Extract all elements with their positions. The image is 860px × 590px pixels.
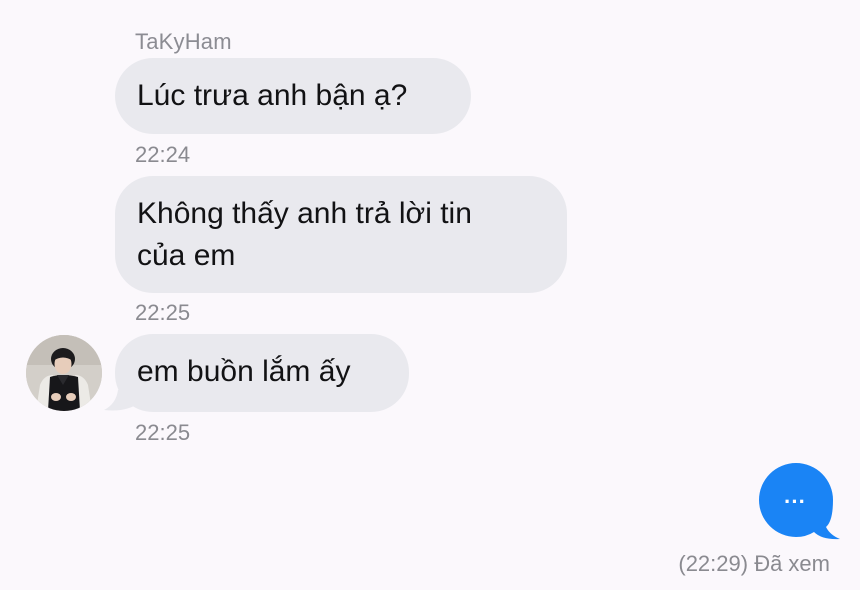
- typing-dots: ···: [784, 489, 806, 514]
- message-timestamp: 22:24: [135, 142, 191, 167]
- message-timestamp: 22:25: [135, 300, 191, 325]
- sender-name: TaKyHam: [135, 29, 232, 54]
- message-text-line: Lúc trưa anh bận ạ?: [137, 79, 408, 112]
- message-timestamp: 22:25: [135, 420, 191, 445]
- seen-status: (22:29) Đã xem: [678, 551, 830, 576]
- message-bubble[interactable]: Lúc trưa anh bận ạ?: [115, 58, 471, 134]
- typing-indicator-icon: ···: [759, 463, 840, 540]
- message-bubble[interactable]: Không thấy anh trả lời tin của em: [115, 176, 567, 293]
- message-text-line: Không thấy anh trả lời tin: [137, 197, 472, 230]
- message-text-line: em buồn lắm ấy: [137, 355, 351, 388]
- message-bubble[interactable]: em buồn lắm ấy: [115, 334, 409, 412]
- avatar-photo-icon: [26, 335, 102, 411]
- contact-avatar[interactable]: [26, 335, 102, 411]
- message-text-line: của em: [137, 239, 236, 272]
